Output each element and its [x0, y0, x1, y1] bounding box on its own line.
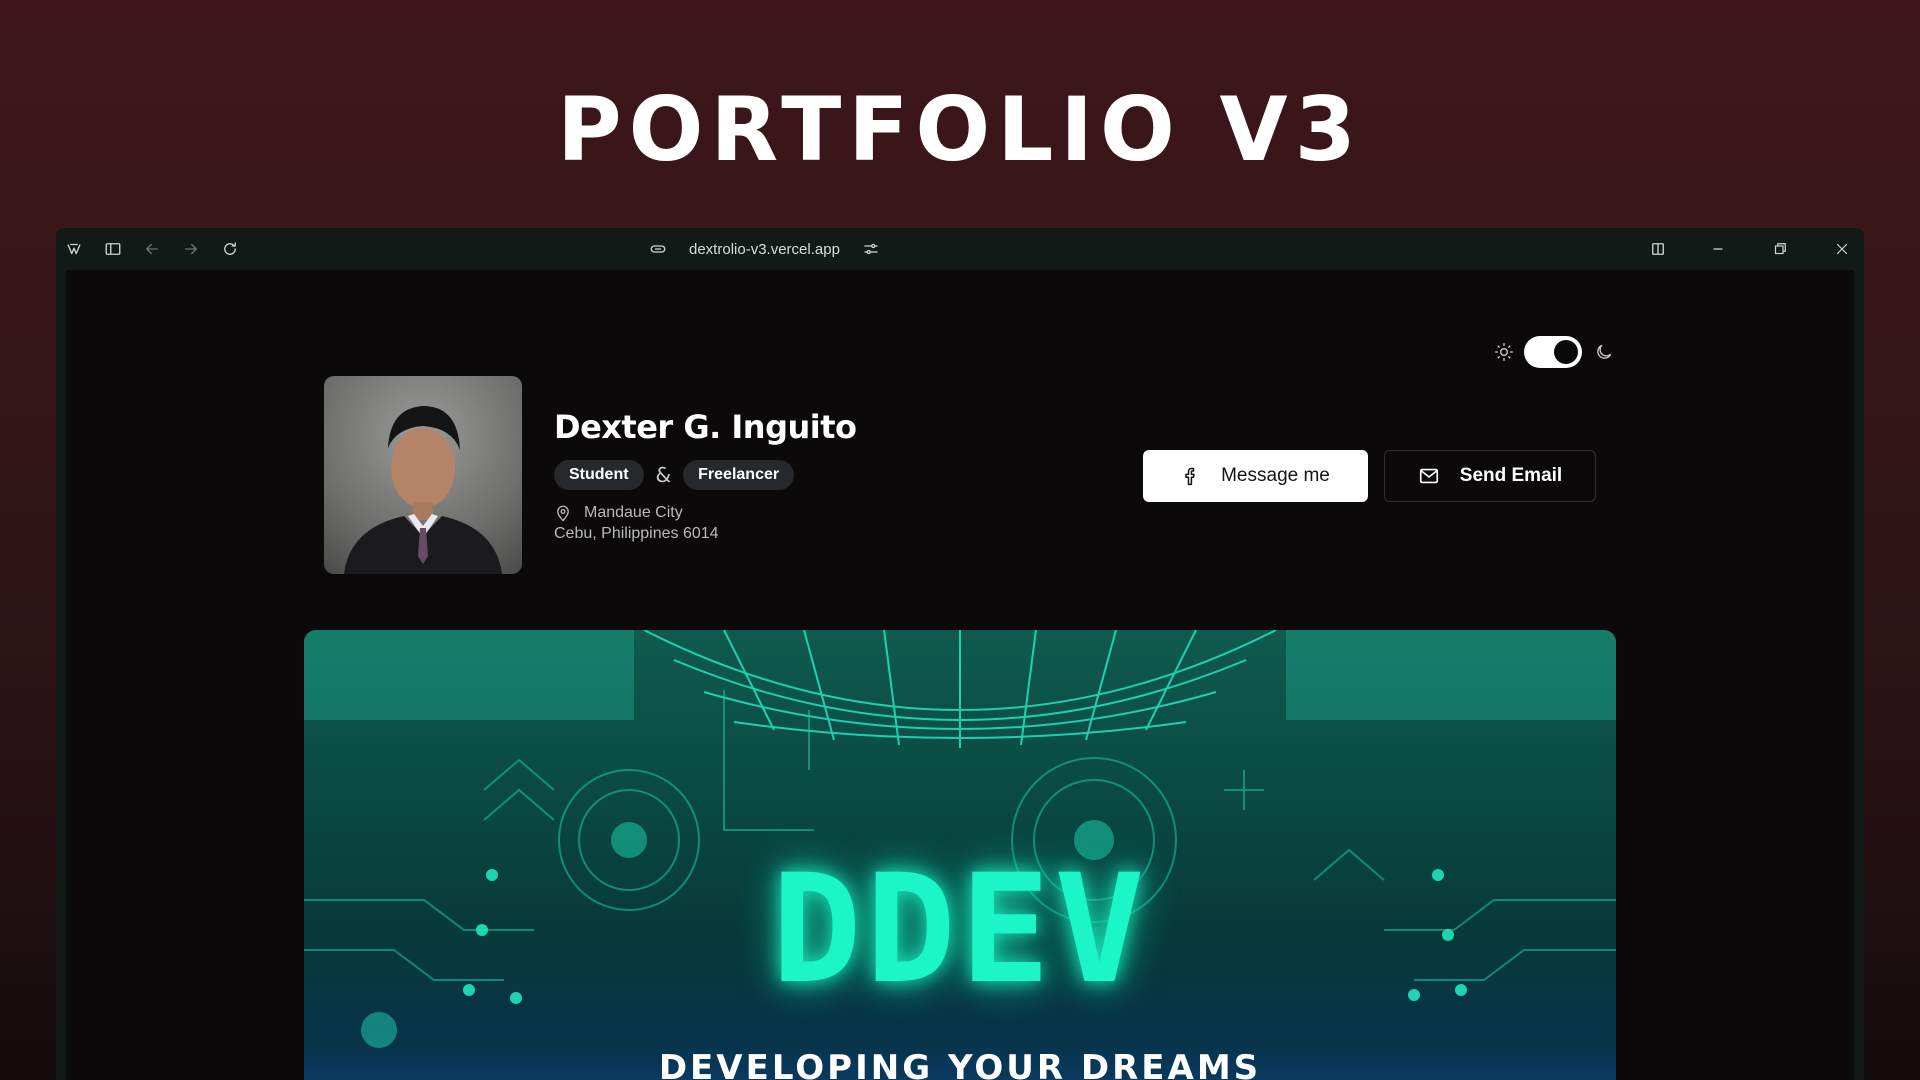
location-region: Cebu, Philippines 6014 — [554, 525, 719, 542]
theme-switch[interactable] — [1524, 336, 1582, 368]
minimize-icon[interactable] — [1706, 237, 1730, 261]
switch-knob — [1554, 340, 1578, 364]
hero-banner: DDEV DEVELOPING YOUR DREAMS — [304, 630, 1616, 1080]
theme-toggle-group — [1494, 336, 1614, 368]
message-me-button[interactable]: Message me — [1143, 450, 1368, 502]
app-logo-icon[interactable] — [62, 237, 86, 261]
close-icon[interactable] — [1830, 237, 1854, 261]
browser-toolbar: dextrolio-v3.vercel.app — [56, 228, 1864, 270]
sun-icon[interactable] — [1494, 342, 1514, 362]
ddev-logo: DDEV — [771, 843, 1149, 1017]
location-city: Mandaue City — [584, 504, 683, 521]
address-bar[interactable]: dextrolio-v3.vercel.app — [649, 228, 880, 270]
site-settings-icon[interactable] — [862, 240, 880, 258]
page-headline: PORTFOLIO V3 — [557, 78, 1363, 181]
forward-arrow-icon[interactable] — [179, 237, 203, 261]
back-arrow-icon[interactable] — [140, 237, 164, 261]
profile-photo — [324, 376, 522, 574]
reload-icon[interactable] — [218, 237, 242, 261]
moon-icon[interactable] — [1594, 342, 1614, 362]
facebook-icon — [1181, 466, 1221, 486]
browser-window: dextrolio-v3.vercel.app Dexter G. Inguit… — [56, 228, 1864, 1080]
split-view-icon[interactable] — [1646, 237, 1670, 261]
location: Mandaue City Cebu, Philippines 6014 — [554, 502, 719, 544]
message-me-label: Message me — [1221, 465, 1330, 486]
send-email-label: Send Email — [1459, 465, 1563, 486]
mail-icon — [1418, 465, 1460, 487]
sidebar-icon[interactable] — [101, 237, 125, 261]
map-pin-icon — [554, 504, 572, 522]
banner-tagline: DEVELOPING YOUR DREAMS — [658, 1048, 1262, 1080]
page-viewport: Dexter G. Inguito Student & Freelancer M… — [66, 270, 1854, 1080]
tag-separator: & — [655, 463, 672, 487]
profile-name: Dexter G. Inguito — [554, 408, 857, 446]
url-text[interactable]: dextrolio-v3.vercel.app — [689, 241, 840, 258]
send-email-button[interactable]: Send Email — [1384, 450, 1596, 502]
role-tags: Student & Freelancer — [554, 460, 795, 490]
tag-student: Student — [554, 460, 644, 490]
restore-icon[interactable] — [1768, 237, 1792, 261]
link-icon — [649, 240, 667, 258]
tag-freelancer: Freelancer — [683, 460, 795, 490]
